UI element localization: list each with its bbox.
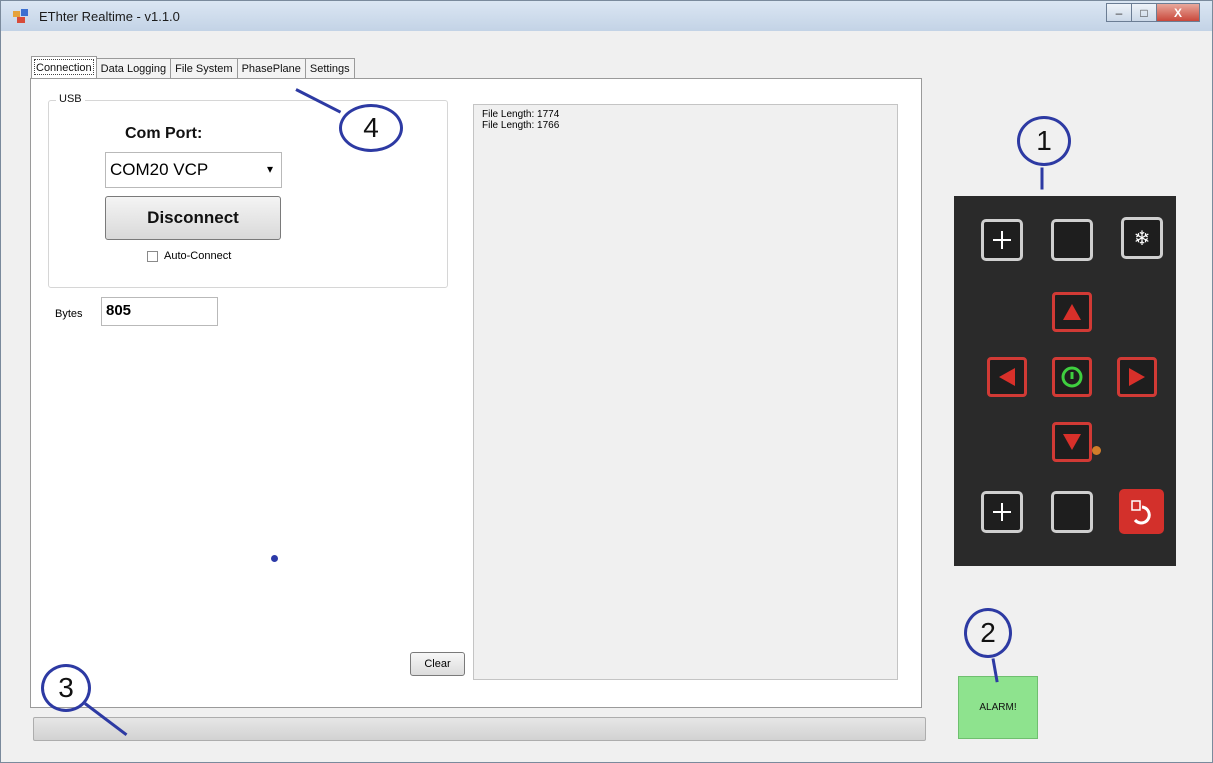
com-port-label: Com Port:	[125, 125, 203, 142]
return-icon	[1130, 499, 1151, 524]
com-port-select[interactable]: COM20 VCP ▾	[105, 152, 282, 188]
snowflake-key[interactable]: ❄	[1121, 217, 1163, 259]
auto-connect-checkbox[interactable]	[147, 250, 158, 262]
tab-file-system[interactable]: File System	[170, 58, 238, 78]
auto-connect-option[interactable]: Auto-Connect	[147, 250, 231, 262]
disconnect-button[interactable]: Disconnect	[105, 196, 281, 240]
annotation-1-line	[1040, 167, 1044, 190]
snowflake-icon: ❄	[1133, 227, 1151, 250]
bytes-label: Bytes	[55, 308, 83, 320]
clear-button[interactable]: Clear	[410, 652, 465, 676]
tab-connection[interactable]: Connection	[31, 56, 97, 78]
power-key[interactable]	[1052, 357, 1092, 397]
auto-connect-label: Auto-Connect	[164, 250, 232, 262]
close-button[interactable]: X	[1156, 3, 1200, 22]
log-output[interactable]: File Length: 1774 File Length: 1766	[473, 104, 898, 680]
up-arrow-icon	[1063, 304, 1081, 320]
left-key[interactable]	[987, 357, 1027, 397]
blank-key-top[interactable]	[1051, 219, 1093, 261]
down-key[interactable]	[1052, 422, 1092, 462]
progress-bar	[33, 717, 926, 741]
annotation-1: 1	[1017, 116, 1071, 166]
tab-data-logging[interactable]: Data Logging	[95, 58, 172, 78]
status-led	[1092, 446, 1101, 455]
marker-dot	[271, 555, 278, 562]
annotation-2: 2	[964, 608, 1012, 658]
up-key[interactable]	[1052, 292, 1092, 332]
plus-icon	[993, 503, 1011, 521]
main-window: EThter Realtime - v1.1.0 – □ X Connectio…	[0, 0, 1213, 763]
alarm-indicator[interactable]: ALARM!	[958, 676, 1038, 739]
plus-key-top[interactable]	[981, 219, 1023, 261]
app-icon	[13, 9, 29, 23]
right-arrow-icon	[1129, 368, 1145, 386]
log-line: File Length: 1766	[482, 120, 560, 131]
annotation-4: 4	[339, 104, 403, 152]
window-title: EThter Realtime - v1.1.0	[39, 9, 180, 24]
blank-key-bottom[interactable]	[1051, 491, 1093, 533]
log-line: File Length: 1774	[482, 109, 560, 120]
return-key[interactable]	[1119, 489, 1164, 534]
com-port-value: COM20 VCP	[110, 160, 209, 179]
tab-settings[interactable]: Settings	[304, 58, 355, 78]
title-bar[interactable]: EThter Realtime - v1.1.0 – □ X	[1, 1, 1212, 31]
bytes-field[interactable]: 805	[101, 297, 218, 326]
left-arrow-icon	[999, 368, 1015, 386]
plus-key-bottom[interactable]	[981, 491, 1023, 533]
maximize-button[interactable]: □	[1131, 3, 1157, 22]
chevron-down-icon: ▾	[266, 162, 273, 176]
minimize-button[interactable]: –	[1106, 3, 1132, 22]
down-arrow-icon	[1063, 434, 1081, 450]
right-key[interactable]	[1117, 357, 1157, 397]
tab-strip: Connection Data Logging File System Phas…	[31, 56, 355, 78]
plus-icon	[993, 231, 1011, 249]
power-icon	[1061, 366, 1083, 388]
usb-group-legend: USB	[56, 93, 85, 105]
tab-phaseplane[interactable]: PhasePlane	[236, 58, 306, 78]
